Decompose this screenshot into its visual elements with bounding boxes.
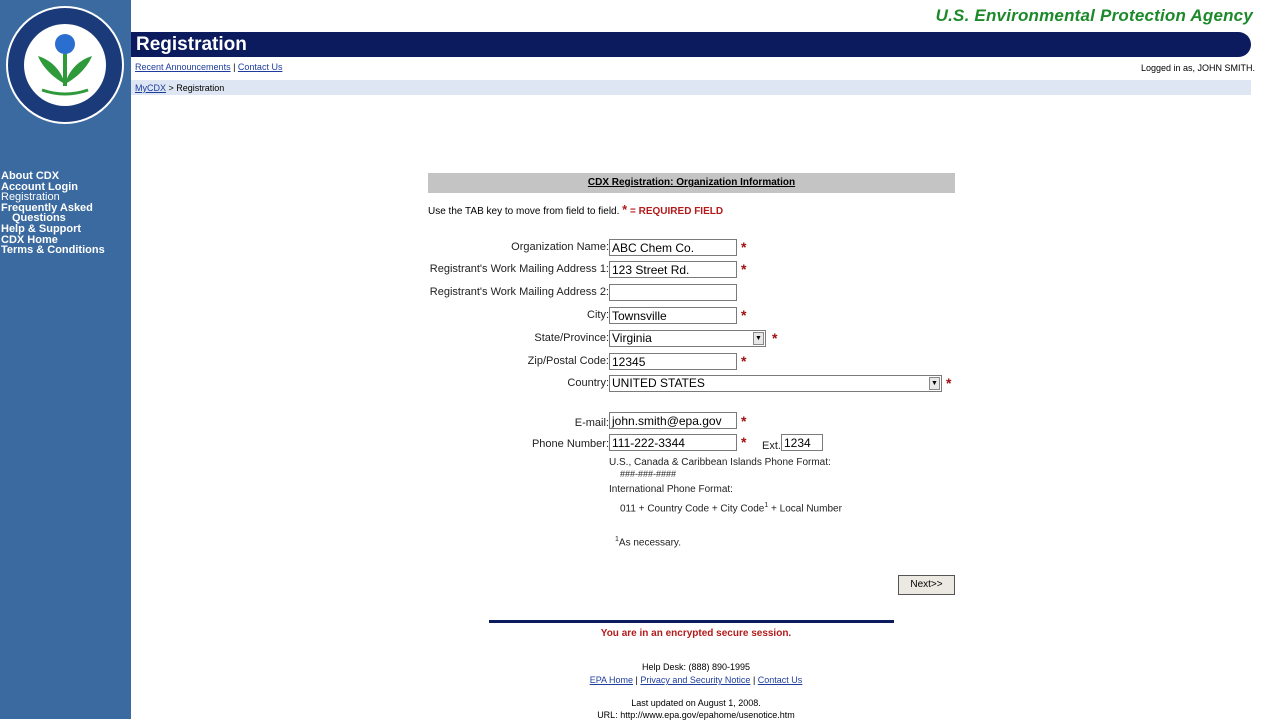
intl-phone-format-label: International Phone Format: — [609, 484, 733, 495]
us-phone-format-label: U.S., Canada & Caribbean Islands Phone F… — [609, 457, 831, 468]
required-star: * — [772, 330, 778, 346]
link-separator: | — [750, 675, 758, 685]
last-updated: Last updated on August 1, 2008. — [631, 698, 761, 708]
required-star: * — [946, 375, 952, 391]
required-star: * — [741, 239, 747, 255]
help-desk: Help Desk: (888) 890-1995 — [641, 662, 751, 672]
address2-label: Registrant's Work Mailing Address 2: — [429, 286, 609, 298]
required-legend: = REQUIRED FIELD — [630, 206, 724, 217]
country-select-value: UNITED STATES — [612, 376, 705, 390]
zip-label: Zip/Postal Code: — [527, 355, 609, 367]
required-star: * — [741, 434, 747, 450]
org-name-input[interactable]: ABC Chem Co. — [609, 239, 737, 256]
phone-input[interactable]: 111-222-3344 — [609, 434, 737, 451]
us-phone-format: ###-###-#### — [620, 469, 677, 479]
form-header-title: CDX Registration: Organization Informati… — [587, 177, 796, 188]
form-instructions: Use the TAB key to move from field to fi… — [428, 202, 723, 217]
top-links: Recent Announcements | Contact Us — [135, 62, 282, 72]
instructions-text: Use the TAB key to move from field to fi… — [428, 206, 620, 217]
phone-label: Phone Number: — [531, 438, 609, 450]
city-label: City: — [587, 309, 609, 321]
required-star: * — [741, 413, 747, 429]
state-label: State/Province: — [534, 332, 609, 344]
required-star: * — [622, 202, 628, 217]
intl-phone-format: 011 + Country Code + City Code1 + Local … — [620, 502, 842, 514]
zip-input[interactable]: 12345 — [609, 353, 737, 370]
page-title: Registration — [136, 34, 247, 55]
ext-label: Ext. — [762, 440, 781, 452]
sidebar-item-help-support[interactable]: Help & Support — [0, 224, 131, 235]
ext-input[interactable]: 1234 — [781, 434, 823, 451]
city-input[interactable]: Townsville — [609, 307, 737, 324]
title-banner: Registration — [131, 32, 1251, 57]
divider — [489, 620, 894, 623]
privacy-notice-link[interactable]: Privacy and Security Notice — [640, 675, 750, 685]
address2-input[interactable] — [609, 284, 737, 301]
sidebar: About CDX Account Login Registration Fre… — [0, 0, 131, 719]
address1-label: Registrant's Work Mailing Address 1: — [429, 263, 609, 275]
footer-links: EPA Home | Privacy and Security Notice |… — [0, 675, 1261, 685]
breadcrumb-separator: > — [166, 83, 177, 93]
country-label: Country: — [567, 377, 609, 389]
recent-announcements-link[interactable]: Recent Announcements — [135, 62, 231, 72]
side-navigation: About CDX Account Login Registration Fre… — [0, 171, 131, 256]
chevron-down-icon[interactable]: ▼ — [753, 332, 764, 345]
link-separator: | — [230, 62, 238, 72]
form-header: CDX Registration: Organization Informati… — [428, 173, 955, 193]
intl-format-text-b: + Local Number — [768, 503, 842, 515]
contact-us-link[interactable]: Contact Us — [238, 62, 283, 72]
org-name-label: Organization Name: — [511, 241, 609, 253]
intl-format-text: 011 + Country Code + City Code — [620, 503, 765, 515]
secure-session-notice: You are in an encrypted secure session. — [600, 628, 792, 639]
email-label: E-mail: — [574, 417, 609, 429]
footer-contact-us-link[interactable]: Contact Us — [758, 675, 803, 685]
breadcrumb-mycdx-link[interactable]: MyCDX — [135, 83, 166, 93]
logged-in-status: Logged in as, JOHN SMITH. — [1140, 63, 1255, 73]
state-select[interactable]: Virginia ▼ — [609, 330, 766, 347]
sidebar-item-terms[interactable]: Terms & Conditions — [0, 245, 131, 256]
epa-home-link[interactable]: EPA Home — [590, 675, 633, 685]
state-select-value: Virginia — [612, 331, 652, 345]
breadcrumb-bar: MyCDX > Registration — [131, 80, 1251, 95]
chevron-down-icon[interactable]: ▼ — [929, 377, 940, 390]
next-button[interactable]: Next>> — [898, 575, 955, 595]
required-star: * — [741, 307, 747, 323]
email-field[interactable]: john.smith@epa.gov — [609, 412, 737, 429]
footnote-text: As necessary. — [618, 537, 681, 549]
address1-input[interactable]: 123 Street Rd. — [609, 261, 737, 278]
required-star: * — [741, 261, 747, 277]
breadcrumb-current: Registration — [176, 83, 225, 93]
epa-seal-logo[interactable] — [6, 6, 124, 124]
breadcrumb: MyCDX > Registration — [135, 83, 224, 93]
footnote: 1As necessary. — [615, 536, 681, 548]
required-star: * — [741, 353, 747, 369]
sidebar-item-about-cdx[interactable]: About CDX — [0, 171, 131, 182]
country-select[interactable]: UNITED STATES ▼ — [609, 375, 942, 392]
agency-name: U.S. Environmental Protection Agency — [935, 6, 1253, 25]
